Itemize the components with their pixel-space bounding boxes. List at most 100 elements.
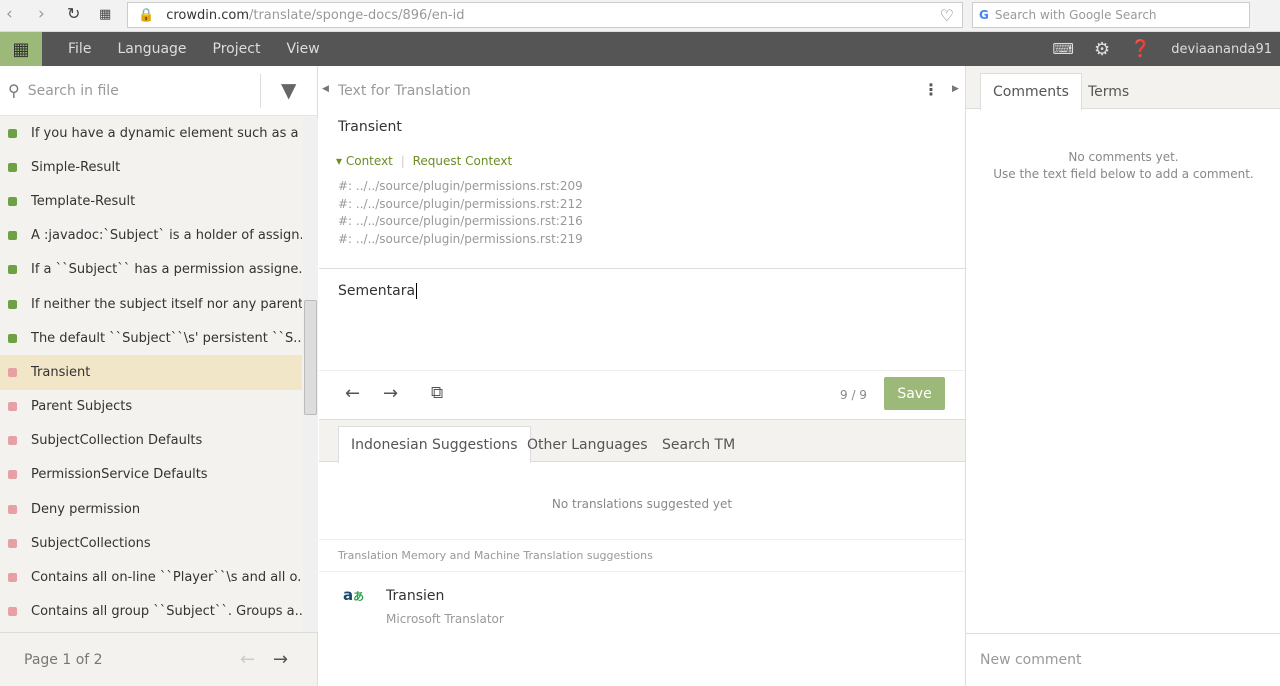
panel-header: Text for Translation	[338, 83, 471, 99]
tab-search-tm[interactable]: Search TM	[650, 426, 747, 463]
keyboard-icon[interactable]: ⌨	[1052, 40, 1074, 58]
next-string-icon[interactable]: →	[383, 383, 398, 404]
lock-icon: 🔒	[138, 7, 155, 23]
translation-toolbar: ← → ⧉ 9 / 9	[319, 370, 965, 419]
tab-comments[interactable]: Comments	[980, 73, 1082, 110]
menu-file[interactable]: File	[68, 41, 91, 57]
string-text: PermissionService Defaults	[31, 467, 208, 483]
comments-empty: No comments yet. Use the text field belo…	[966, 149, 1280, 183]
string-list-item[interactable]: The default ``Subject``\s' persistent ``…	[0, 321, 302, 355]
previous-string-icon[interactable]: ←	[345, 383, 360, 404]
string-list-sidebar: ⚲ Search in file ▼ If you have a dynamic…	[0, 66, 318, 686]
app-bar: ▦ File Language Project View ⌨ ⚙ ❓ devia…	[0, 32, 1280, 66]
status-translated-icon	[8, 162, 17, 172]
gear-icon[interactable]: ⚙	[1094, 39, 1110, 60]
suggestion-tabs: Indonesian Suggestions Other Languages S…	[319, 419, 965, 463]
string-list-item[interactable]: Contains all group ``Subject``. Groups a…	[0, 595, 302, 629]
string-list-item[interactable]: Template-Result	[0, 184, 302, 218]
forward-icon[interactable]: ›	[38, 4, 45, 24]
string-list-item[interactable]: Transient	[0, 355, 302, 390]
string-list-item[interactable]: SubjectCollections	[0, 526, 302, 560]
url-bar[interactable]: 🔒 crowdin.com/translate/sponge-docs/896/…	[127, 2, 963, 28]
mt-suggestion[interactable]: aあ Transien Microsoft Translator	[319, 573, 965, 633]
string-list-item[interactable]: If a ``Subject`` has a permission assign…	[0, 253, 302, 287]
string-list-item[interactable]: Parent Subjects	[0, 390, 302, 424]
tab-terms[interactable]: Terms	[1076, 73, 1141, 110]
string-list-item[interactable]: Deny permission	[0, 492, 302, 526]
status-untranslated-icon	[8, 470, 17, 480]
context-line: #: ../../source/plugin/permissions.rst:2…	[338, 179, 583, 193]
status-untranslated-icon	[8, 367, 17, 377]
username[interactable]: deviaananda91	[1171, 42, 1272, 57]
heart-icon[interactable]: ♡	[940, 6, 954, 25]
string-text: Contains all on-line ``Player``\s and al…	[31, 570, 302, 586]
status-translated-icon	[8, 128, 17, 138]
reload-icon[interactable]: ↻	[67, 4, 80, 23]
string-list-item[interactable]: Simple-Result	[0, 150, 302, 184]
search-placeholder: Search with Google Search	[994, 8, 1157, 22]
string-list-item[interactable]: Contains all on-line ``Player``\s and al…	[0, 560, 302, 594]
copy-source-icon[interactable]: ⧉	[431, 383, 443, 403]
string-text: Contains all group ``Subject``. Groups a…	[31, 604, 302, 620]
next-page-icon[interactable]: →	[273, 649, 288, 670]
page-indicator: Page 1 of 2	[24, 651, 103, 668]
mt-text: Transien	[386, 588, 445, 604]
back-icon[interactable]: ‹	[6, 4, 13, 24]
context-line: #: ../../source/plugin/permissions.rst:2…	[338, 196, 583, 211]
string-text: Template-Result	[31, 193, 136, 209]
string-text: Deny permission	[31, 501, 141, 517]
translator-icon: aあ	[343, 586, 365, 604]
collapse-left-icon[interactable]: ◀	[322, 84, 329, 94]
string-text: If you have a dynamic element such as a …	[31, 125, 302, 141]
string-list-item[interactable]: SubjectCollection Defaults	[0, 424, 302, 458]
mt-source: Microsoft Translator	[386, 612, 504, 626]
context-toggle[interactable]: Context	[346, 154, 393, 168]
apps-icon[interactable]: ▦	[99, 7, 111, 22]
string-list-item[interactable]: PermissionService Defaults	[0, 458, 302, 492]
browser-toolbar: ‹ › ↻ ▦ 🔒 crowdin.com/translate/sponge-d…	[0, 0, 1280, 32]
status-untranslated-icon	[8, 504, 17, 514]
string-text: SubjectCollections	[31, 535, 151, 551]
status-translated-icon	[8, 299, 17, 309]
menu-project[interactable]: Project	[213, 41, 261, 57]
more-options-icon[interactable]: ⋮	[923, 80, 939, 99]
prev-page-icon[interactable]: ←	[240, 649, 255, 670]
menu-language[interactable]: Language	[117, 41, 186, 57]
string-list-item[interactable]: A :javadoc:`Subject` is a holder of assi…	[0, 219, 302, 253]
url-host: crowdin.com	[166, 7, 249, 23]
comments-hint-text: Use the text field below to add a commen…	[993, 167, 1254, 181]
string-text: Transient	[31, 364, 91, 380]
status-translated-icon	[8, 333, 17, 343]
menu-view[interactable]: View	[286, 41, 319, 57]
no-comments-text: No comments yet.	[1068, 150, 1179, 164]
save-button[interactable]: Save	[884, 377, 945, 410]
help-icon[interactable]: ❓	[1130, 39, 1151, 59]
url-path: /translate/sponge-docs/896/en-id	[248, 7, 465, 23]
sidebar-scrollbar-thumb[interactable]	[304, 300, 317, 415]
pager: Page 1 of 2 ← →	[0, 632, 318, 686]
new-comment-placeholder: New comment	[980, 652, 1082, 668]
new-comment-input[interactable]: New comment	[966, 633, 1280, 686]
search-in-file-input[interactable]: ⚲ Search in file ▼	[0, 66, 317, 116]
tab-other-languages[interactable]: Other Languages	[515, 426, 660, 463]
status-untranslated-icon	[8, 573, 17, 583]
google-search-input[interactable]: G Search with Google Search	[972, 2, 1250, 28]
translation-textarea[interactable]: Sementara	[319, 268, 965, 370]
status-untranslated-icon	[8, 538, 17, 548]
apps-grid-icon[interactable]: ▦	[0, 32, 42, 66]
tab-indonesian-suggestions[interactable]: Indonesian Suggestions	[338, 426, 531, 463]
status-untranslated-icon	[8, 436, 17, 446]
string-text: If a ``Subject`` has a permission assign…	[31, 262, 302, 278]
string-list-item[interactable]: If you have a dynamic element such as a …	[0, 116, 302, 150]
string-counter: 9 / 9	[840, 388, 867, 402]
status-untranslated-icon	[8, 607, 17, 617]
request-context-link[interactable]: Request Context	[413, 154, 513, 168]
no-suggestions-text: No translations suggested yet	[551, 497, 733, 511]
string-text: SubjectCollection Defaults	[31, 433, 203, 449]
filter-icon[interactable]: ▼	[281, 78, 296, 102]
collapse-right-icon[interactable]: ▶	[952, 84, 959, 94]
context-lines: #: ../../source/plugin/permissions.rst:2…	[338, 178, 583, 248]
string-list-item[interactable]: If neither the subject itself nor any pa…	[0, 287, 302, 321]
string-text: Simple-Result	[31, 159, 121, 175]
caret-down-icon: ▾	[336, 154, 343, 168]
